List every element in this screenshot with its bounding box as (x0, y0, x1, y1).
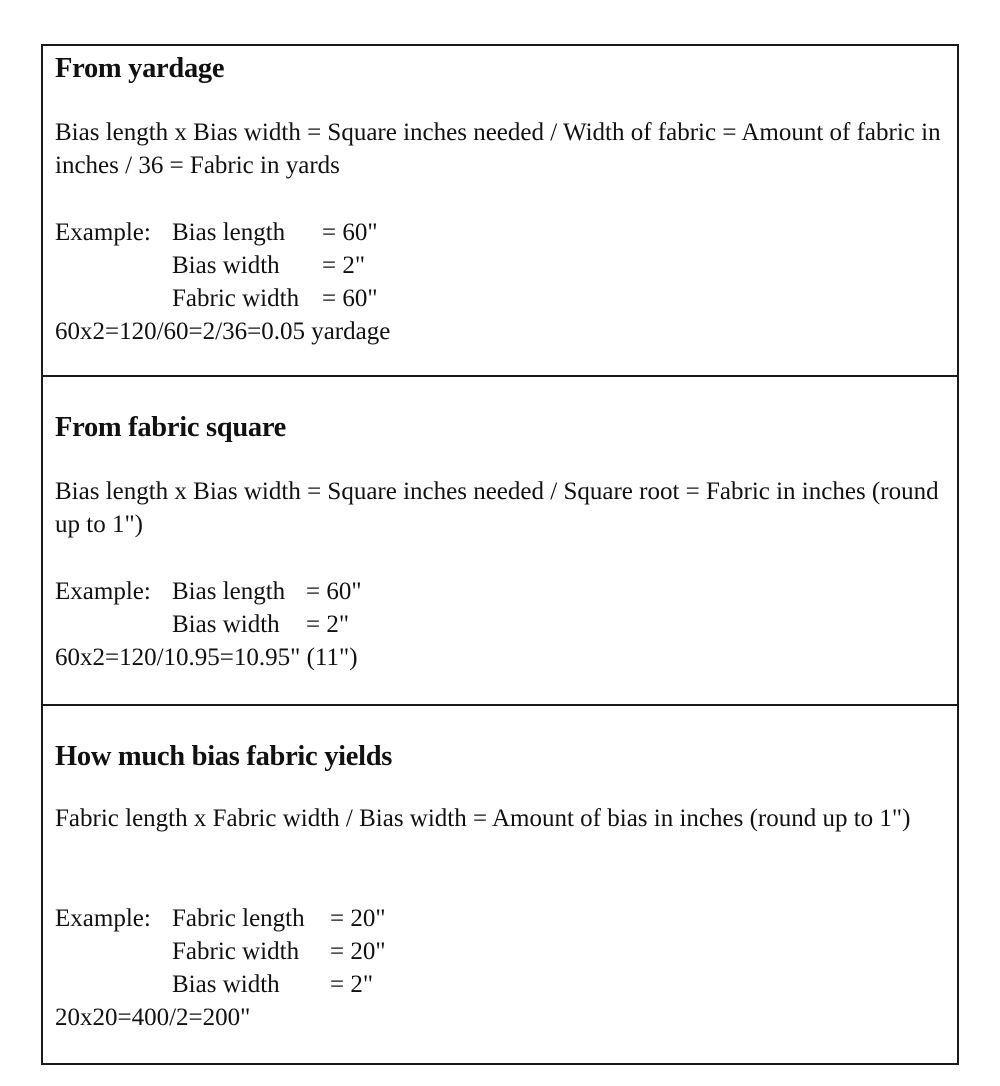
example-line: Example: Bias length = 60" (55, 216, 378, 249)
example-line: Fabric width = 20" (55, 935, 386, 968)
example-result: 60x2=120/60=2/36=0.05 yardage (55, 318, 391, 345)
example-var-name: Fabric width (172, 938, 300, 965)
example-var-value: = 2" (330, 971, 374, 998)
example-var-value: = 2" (306, 611, 350, 638)
section-heading: From fabric square (55, 412, 287, 443)
example-var-value: = 60" (306, 578, 362, 605)
bias-calculation-table: From yardage Bias length x Bias width = … (41, 44, 959, 1065)
example-var-name: Bias length (172, 219, 286, 246)
example-var-value: = 20" (330, 938, 386, 965)
example-line: Example: Fabric length = 20" (55, 902, 386, 935)
example-line: Bias width = 2" (55, 608, 349, 641)
example-var-name: Fabric width (172, 285, 300, 312)
example-var-value: = 60" (322, 285, 378, 312)
example-result: 60x2=120/10.95=10.95" (11") (55, 644, 358, 671)
example-var-value: = 20" (330, 905, 386, 932)
section-bias-yield: How much bias fabric yields Fabric lengt… (43, 706, 957, 1063)
example-result: 20x20=400/2=200" (55, 1004, 251, 1031)
example-var-value: = 2" (322, 252, 366, 279)
example-line: Bias width = 2" (55, 249, 365, 282)
example-line: Example: Bias length = 60" (55, 575, 362, 608)
example-label: Example: (55, 219, 151, 246)
example-line: Fabric width = 60" (55, 282, 378, 315)
example-var-name: Bias width (172, 611, 280, 638)
example-var-name: Bias width (172, 252, 280, 279)
example-line: Bias width = 2" (55, 968, 373, 1001)
section-heading: From yardage (55, 53, 225, 84)
formula-text: Bias length x Bias width = Square inches… (55, 478, 939, 538)
example-var-name: Bias width (172, 971, 280, 998)
section-heading: How much bias fabric yields (55, 741, 393, 772)
formula-text: Fabric length x Fabric width / Bias widt… (55, 805, 911, 832)
example-label: Example: (55, 905, 151, 932)
example-var-name: Bias length (172, 578, 286, 605)
section-from-fabric-square: From fabric square Bias length x Bias wi… (43, 377, 957, 706)
example-var-value: = 60" (322, 219, 378, 246)
formula-text: Bias length x Bias width = Square inches… (55, 119, 941, 179)
section-from-yardage: From yardage Bias length x Bias width = … (43, 46, 957, 377)
example-var-name: Fabric length (172, 905, 305, 932)
example-label: Example: (55, 578, 151, 605)
